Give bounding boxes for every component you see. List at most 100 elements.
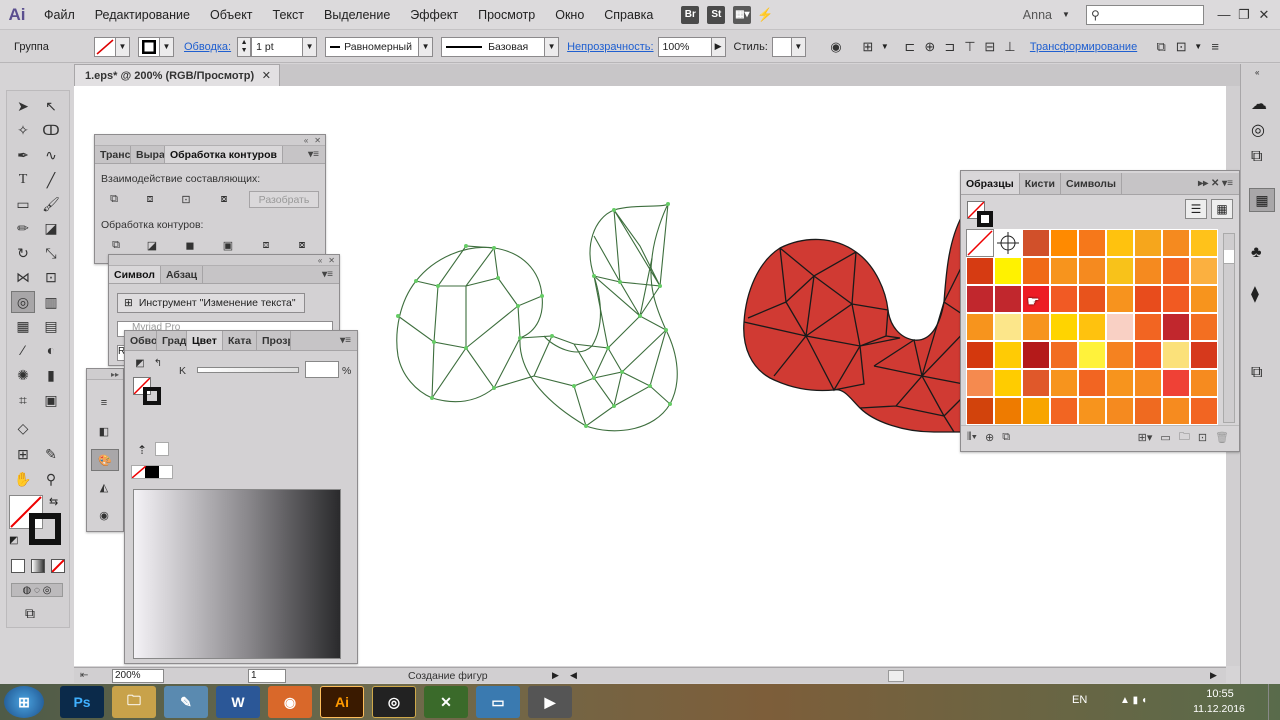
chevron-right-icon[interactable]: ▶ bbox=[1210, 670, 1217, 681]
tab-swatches[interactable]: Образцы bbox=[961, 173, 1020, 194]
zoom-tool-icon[interactable]: ⚲ bbox=[39, 468, 63, 490]
gradient-tool-icon[interactable]: ▤ bbox=[39, 315, 63, 337]
chevron-down-icon[interactable]: ▼ bbox=[878, 37, 892, 57]
color-swatch[interactable] bbox=[994, 397, 1022, 425]
tab-brushes[interactable]: Кисти bbox=[1020, 173, 1061, 194]
color-swatch[interactable] bbox=[1190, 313, 1218, 341]
color-swatch[interactable] bbox=[1190, 257, 1218, 285]
wireframe-shape[interactable] bbox=[396, 202, 678, 432]
slice-tool-icon[interactable]: ▣ bbox=[39, 389, 63, 411]
align-left-icon[interactable]: ⊏ bbox=[900, 37, 920, 57]
tray-icons[interactable]: ▲ ▮ ◖ bbox=[1120, 695, 1147, 706]
tab-gradient[interactable]: Град bbox=[157, 331, 187, 350]
color-swatch[interactable] bbox=[1050, 285, 1078, 313]
trash-icon[interactable]: 🗑 bbox=[1215, 431, 1229, 444]
appearance-panel-icon[interactable]: ◭ bbox=[95, 479, 113, 495]
grid-view-icon[interactable]: ▦ bbox=[1211, 199, 1233, 219]
color-swatch[interactable] bbox=[1134, 229, 1162, 257]
color-swatch[interactable] bbox=[994, 313, 1022, 341]
color-swatch[interactable] bbox=[1162, 397, 1190, 425]
search-input[interactable]: ⚲ bbox=[1086, 4, 1204, 25]
notes-taskbar-button[interactable]: ✎ bbox=[164, 686, 208, 718]
chevron-right-icon[interactable]: ▶ bbox=[711, 36, 726, 57]
color-swatch[interactable] bbox=[1106, 257, 1134, 285]
stroke-weight-field[interactable]: 1 pt bbox=[251, 36, 304, 57]
list-view-icon[interactable]: ☰ bbox=[1185, 199, 1207, 219]
trim-icon[interactable]: ◪ bbox=[143, 237, 161, 253]
curvature-tool-icon[interactable]: ∿ bbox=[39, 144, 63, 166]
color-swatch[interactable] bbox=[994, 285, 1022, 313]
menu-select[interactable]: Выделение bbox=[314, 0, 400, 30]
close-icon[interactable]: ✕ bbox=[262, 69, 271, 82]
tab-transform[interactable]: Трансф bbox=[95, 146, 131, 163]
color-swatch[interactable] bbox=[1106, 341, 1134, 369]
color-swatch[interactable] bbox=[1022, 229, 1050, 257]
color-swatch[interactable] bbox=[1078, 285, 1106, 313]
close-icon[interactable]: ✕ bbox=[328, 256, 335, 265]
stroke-swatch[interactable] bbox=[29, 513, 61, 545]
firefox-taskbar-button[interactable]: ◉ bbox=[268, 686, 312, 718]
tab-transparency[interactable]: Прозр bbox=[257, 331, 291, 350]
brush-definition[interactable]: Базовая bbox=[441, 36, 546, 57]
color-swatch[interactable] bbox=[1078, 257, 1106, 285]
color-swatch[interactable] bbox=[1190, 229, 1218, 257]
chevron-down-icon[interactable]: ▼ bbox=[1056, 5, 1076, 25]
tool-taskbar-button[interactable]: ✕ bbox=[424, 686, 468, 718]
graphic-styles-panel-icon[interactable]: ◉ bbox=[95, 507, 113, 523]
color-swatch[interactable] bbox=[1190, 341, 1218, 369]
menu-view[interactable]: Просмотр bbox=[468, 0, 545, 30]
tab-character[interactable]: Символ bbox=[109, 266, 161, 283]
creative-cloud-icon[interactable]: ☁ bbox=[1251, 94, 1267, 114]
opacity-field[interactable]: 100% bbox=[657, 36, 712, 57]
gradient-mode-icon[interactable] bbox=[31, 559, 45, 573]
color-swatch[interactable] bbox=[1134, 397, 1162, 425]
color-swatch[interactable] bbox=[1190, 369, 1218, 397]
color-swatch[interactable] bbox=[1190, 285, 1218, 313]
chevron-down-icon[interactable]: ▼ bbox=[160, 36, 174, 57]
rectangle-tool-icon[interactable]: ▭ bbox=[11, 193, 35, 215]
gpu-performance-icon[interactable]: ⚡ bbox=[755, 5, 775, 25]
color-swatch[interactable] bbox=[1134, 257, 1162, 285]
gradient-panel-icon[interactable]: ◧ bbox=[95, 423, 113, 439]
pencil-tool-icon[interactable]: ✏ bbox=[11, 217, 35, 239]
color-swatch[interactable] bbox=[1078, 313, 1106, 341]
panel-menu-icon[interactable]: ▾≡ bbox=[334, 331, 357, 350]
blend-tool-icon[interactable]: ◐ bbox=[39, 339, 63, 361]
color-swatch[interactable] bbox=[1106, 369, 1134, 397]
web-safe-swatch[interactable] bbox=[155, 442, 169, 456]
color-swatch[interactable] bbox=[1078, 229, 1106, 257]
perspective-grid-tool-icon[interactable]: ▥ bbox=[39, 291, 63, 313]
color-swatch[interactable] bbox=[1162, 257, 1190, 285]
merge-icon[interactable]: ◼ bbox=[181, 237, 199, 253]
collapse-icon[interactable]: « bbox=[304, 136, 308, 145]
variable-width-profile[interactable]: Равномерный bbox=[325, 36, 420, 57]
color-swatch[interactable] bbox=[1050, 313, 1078, 341]
color-swatch[interactable] bbox=[966, 397, 994, 425]
photoshop-taskbar-button[interactable]: Ps bbox=[60, 686, 104, 718]
stroke-swatch[interactable] bbox=[143, 387, 161, 405]
transform-each-icon[interactable]: ⊡ bbox=[1171, 37, 1191, 57]
recolor-artwork-icon[interactable]: ◉ bbox=[826, 37, 846, 57]
scale-tool-icon[interactable]: ⤡ bbox=[39, 242, 63, 264]
color-group-icon[interactable]: ▭ bbox=[1160, 431, 1170, 444]
shape-builder-tool-icon[interactable]: ◎ bbox=[11, 291, 35, 313]
align-to-icon[interactable]: ⊞ bbox=[858, 37, 878, 57]
touch-type-tool-button[interactable]: ⊞ Инструмент "Изменение текста" bbox=[117, 293, 305, 313]
none-mode-icon[interactable] bbox=[51, 559, 65, 573]
color-swatch[interactable] bbox=[966, 285, 994, 313]
quick-swatches[interactable] bbox=[131, 465, 173, 479]
swatches-scrollbar[interactable] bbox=[1223, 233, 1235, 423]
color-swatch[interactable] bbox=[1190, 397, 1218, 425]
artboard-tool-icon[interactable]: ⊞ bbox=[11, 443, 35, 465]
color-swatch[interactable] bbox=[1162, 229, 1190, 257]
menu-window[interactable]: Окно bbox=[545, 0, 594, 30]
color-swatch[interactable] bbox=[1050, 341, 1078, 369]
k-slider[interactable] bbox=[197, 367, 299, 373]
minus-back-icon[interactable]: ⧇ bbox=[293, 237, 311, 253]
color-swatch[interactable] bbox=[1078, 341, 1106, 369]
color-swatch[interactable] bbox=[1050, 257, 1078, 285]
horizontal-scroll-thumb[interactable] bbox=[888, 670, 904, 682]
panel-menu-icon[interactable]: ▾≡ bbox=[316, 266, 339, 283]
stock-button[interactable]: St bbox=[707, 5, 726, 24]
chevron-down-icon[interactable]: ▼ bbox=[1191, 37, 1205, 57]
